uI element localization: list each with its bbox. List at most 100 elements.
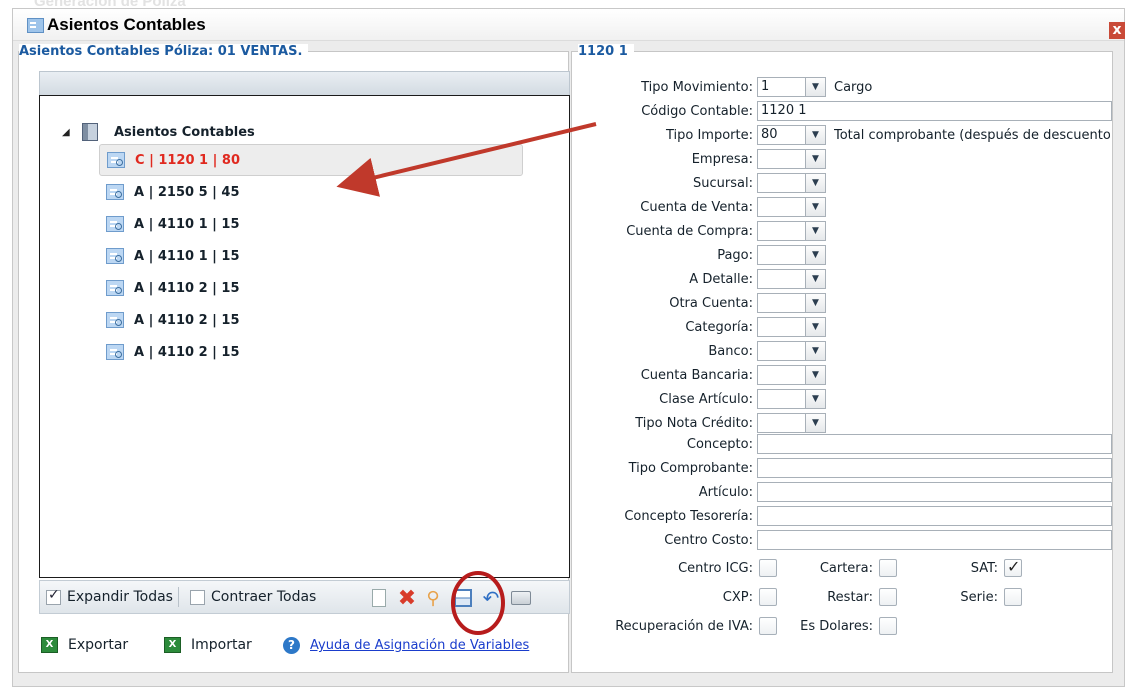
- collapse-triangle-icon[interactable]: ◢: [62, 127, 76, 138]
- save-icon[interactable]: [452, 587, 474, 609]
- help-link[interactable]: ? Ayuda de Asignación de Variables: [283, 637, 529, 654]
- select-value[interactable]: [757, 317, 805, 337]
- checkbox[interactable]: [759, 617, 777, 635]
- tree-item[interactable]: A | 4110 2 | 15: [99, 336, 523, 368]
- select-label: Cuenta de Compra:: [626, 223, 753, 239]
- checkbox-field[interactable]: Recuperación de IVA:: [615, 617, 777, 635]
- tipo-importe-value[interactable]: 80: [757, 125, 805, 145]
- dropdown-select[interactable]: ▼: [757, 389, 826, 409]
- ledger-entry-icon: [106, 312, 124, 328]
- tree-item[interactable]: A | 4110 2 | 15: [99, 304, 523, 336]
- collapse-all-checkbox[interactable]: [190, 589, 205, 605]
- dropdown-select[interactable]: ▼: [757, 365, 826, 385]
- collapse-all-toggle[interactable]: Contraer Todas: [190, 589, 316, 605]
- chevron-down-icon[interactable]: ▼: [805, 77, 826, 97]
- text-input[interactable]: [757, 482, 1112, 502]
- select-value[interactable]: [757, 341, 805, 361]
- chevron-down-icon[interactable]: ▼: [805, 317, 826, 337]
- chevron-down-icon[interactable]: ▼: [805, 197, 826, 217]
- new-document-icon[interactable]: [368, 587, 390, 609]
- close-button[interactable]: x: [1109, 22, 1125, 39]
- import-button[interactable]: X Importar: [164, 637, 252, 653]
- select-value[interactable]: [757, 269, 805, 289]
- checkbox[interactable]: [879, 617, 897, 635]
- tree-root-node[interactable]: ◢ Asientos Contables: [62, 122, 255, 142]
- text-input[interactable]: [757, 530, 1112, 550]
- checkbox-field[interactable]: SAT:: [970, 557, 1022, 577]
- chevron-down-icon[interactable]: ▼: [805, 269, 826, 289]
- chevron-down-icon[interactable]: ▼: [805, 389, 826, 409]
- dropdown-select[interactable]: ▼: [757, 173, 826, 193]
- checkbox-field[interactable]: Centro ICG:: [678, 559, 777, 577]
- chevron-down-icon[interactable]: ▼: [805, 125, 826, 145]
- dropdown-select[interactable]: ▼: [757, 317, 826, 337]
- checkbox[interactable]: [1004, 588, 1022, 606]
- text-input[interactable]: [757, 506, 1112, 526]
- tree-item[interactable]: A | 4110 1 | 15: [99, 208, 523, 240]
- select-value[interactable]: [757, 149, 805, 169]
- checkbox-field[interactable]: Cartera:: [820, 559, 897, 577]
- tree-item[interactable]: A | 2150 5 | 45: [99, 176, 523, 208]
- dropdown-select[interactable]: ▼: [757, 269, 826, 289]
- checkbox-label: Es Dolares:: [800, 618, 873, 634]
- text-input[interactable]: [757, 458, 1112, 478]
- chevron-down-icon[interactable]: ▼: [805, 245, 826, 265]
- dropdown-select[interactable]: ▼: [757, 197, 826, 217]
- tipo-movimiento-select[interactable]: 1 ▼: [757, 77, 826, 97]
- expand-all-toggle[interactable]: Expandir Todas: [46, 587, 173, 605]
- select-value[interactable]: [757, 245, 805, 265]
- dropdown-select[interactable]: ▼: [757, 149, 826, 169]
- tree-item[interactable]: A | 4110 2 | 15: [99, 272, 523, 304]
- chevron-down-icon[interactable]: ▼: [805, 413, 826, 433]
- expand-all-checkbox[interactable]: [46, 587, 61, 605]
- checkbox-field[interactable]: Restar:: [827, 588, 897, 606]
- dropdown-select[interactable]: ▼: [757, 293, 826, 313]
- tree-item[interactable]: A | 4110 1 | 15: [99, 240, 523, 272]
- checkbox[interactable]: [879, 588, 897, 606]
- delete-icon[interactable]: ✖: [396, 586, 418, 611]
- select-value[interactable]: [757, 221, 805, 241]
- checkbox[interactable]: [759, 588, 777, 606]
- dropdown-select[interactable]: ▼: [757, 341, 826, 361]
- checkbox-field[interactable]: Es Dolares:: [800, 617, 897, 635]
- print-icon[interactable]: [510, 587, 532, 609]
- codigo-contable-input[interactable]: 1120 1: [757, 101, 1112, 121]
- tipo-importe-select[interactable]: 80 ▼: [757, 125, 826, 145]
- help-link-label[interactable]: Ayuda de Asignación de Variables: [310, 638, 529, 653]
- checkbox[interactable]: [1004, 557, 1022, 577]
- text-input[interactable]: [757, 434, 1112, 454]
- chevron-down-icon[interactable]: ▼: [805, 173, 826, 193]
- select-row: Categoría: ▼: [572, 316, 1112, 338]
- tree-item[interactable]: C | 1120 1 | 80: [99, 144, 523, 176]
- checkbox-field[interactable]: CXP:: [723, 588, 777, 606]
- search-icon[interactable]: ⚲: [422, 587, 444, 609]
- dropdown-select[interactable]: ▼: [757, 413, 826, 433]
- select-value[interactable]: [757, 389, 805, 409]
- chevron-down-icon[interactable]: ▼: [805, 293, 826, 313]
- tipo-movimiento-desc: Cargo: [834, 79, 873, 95]
- select-value[interactable]: [757, 365, 805, 385]
- chevron-down-icon[interactable]: ▼: [805, 365, 826, 385]
- checkbox-label: CXP:: [722, 589, 753, 605]
- right-panel-legend: 1120 1: [578, 44, 634, 59]
- checkbox-field[interactable]: Serie:: [960, 588, 1022, 606]
- undo-icon[interactable]: ↶: [480, 586, 502, 610]
- dropdown-select[interactable]: ▼: [757, 221, 826, 241]
- tipo-movimiento-value[interactable]: 1: [757, 77, 805, 97]
- checkbox[interactable]: [759, 559, 777, 577]
- select-value[interactable]: [757, 173, 805, 193]
- dialog-titlebar[interactable]: Asientos Contables x: [13, 9, 1125, 41]
- text-label: Concepto Tesorería:: [624, 508, 753, 524]
- chevron-down-icon[interactable]: ▼: [805, 221, 826, 241]
- checkbox-label: SAT:: [970, 560, 998, 576]
- chevron-down-icon[interactable]: ▼: [805, 341, 826, 361]
- tree-item-label: A | 4110 1 | 15: [134, 216, 240, 232]
- select-value[interactable]: [757, 413, 805, 433]
- tree-item-label: A | 4110 2 | 15: [134, 344, 240, 360]
- select-value[interactable]: [757, 197, 805, 217]
- dropdown-select[interactable]: ▼: [757, 245, 826, 265]
- chevron-down-icon[interactable]: ▼: [805, 149, 826, 169]
- export-button[interactable]: X Exportar: [41, 637, 128, 653]
- checkbox[interactable]: [879, 559, 897, 577]
- select-value[interactable]: [757, 293, 805, 313]
